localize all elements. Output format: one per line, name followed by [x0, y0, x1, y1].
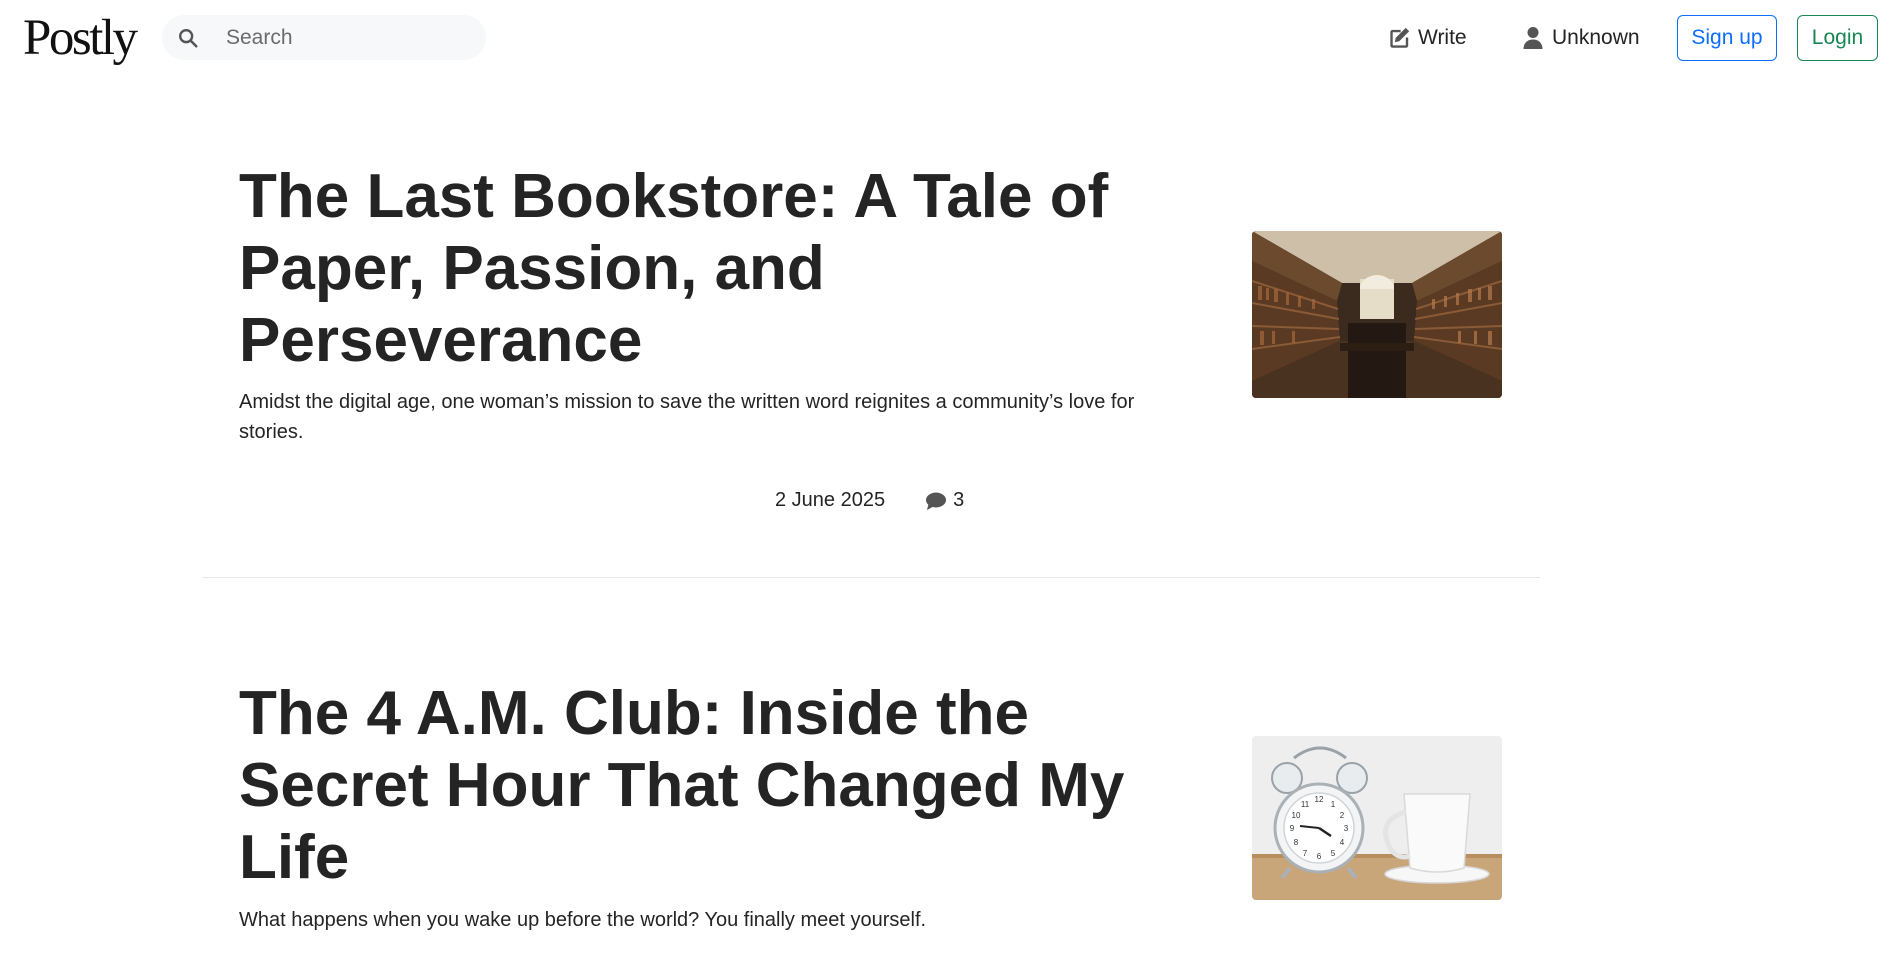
comment-icon — [926, 492, 947, 510]
comments-link[interactable]: 3 — [925, 489, 964, 512]
article-image-library[interactable] — [1252, 231, 1502, 398]
svg-text:11: 11 — [1301, 800, 1310, 809]
write-button[interactable]: Write — [1386, 21, 1467, 55]
svg-text:8: 8 — [1294, 838, 1299, 847]
login-button[interactable]: Login — [1797, 15, 1878, 61]
top-navbar: Postly Write Unknown Sign up Login — [0, 0, 1892, 76]
svg-text:2: 2 — [1340, 811, 1345, 820]
clock-coffee-image: 12 3 6 9 12 45 78 1011 — [1252, 736, 1502, 900]
write-icon — [1390, 27, 1410, 48]
article-meta: 2 June 2025 3 — [775, 489, 964, 512]
svg-text:9: 9 — [1290, 824, 1295, 833]
library-image — [1252, 231, 1502, 398]
svg-text:12: 12 — [1315, 795, 1324, 804]
signup-button[interactable]: Sign up — [1677, 15, 1777, 61]
search-bar[interactable] — [162, 15, 486, 60]
user-menu[interactable]: Unknown — [1522, 21, 1640, 55]
search-input[interactable] — [226, 21, 476, 54]
svg-text:5: 5 — [1331, 849, 1336, 858]
article-divider — [202, 577, 1540, 578]
svg-text:3: 3 — [1344, 824, 1349, 833]
article-subtitle: What happens when you wake up before the… — [239, 909, 927, 931]
article-date: 2 June 2025 — [775, 489, 886, 511]
user-name: Unknown — [1552, 26, 1640, 49]
article-title[interactable]: The 4 A.M. Club: Inside the Secret Hour … — [239, 678, 1139, 894]
comment-count: 3 — [953, 489, 965, 511]
user-icon — [1523, 27, 1543, 49]
write-label: Write — [1418, 26, 1467, 49]
article-subtitle: Amidst the digital age, one woman’s miss… — [239, 391, 1135, 443]
article-title[interactable]: The Last Bookstore: A Tale of Paper, Pas… — [239, 161, 1139, 377]
svg-text:6: 6 — [1317, 852, 1322, 861]
search-icon — [179, 29, 198, 48]
svg-text:4: 4 — [1340, 838, 1345, 847]
svg-text:7: 7 — [1303, 849, 1308, 858]
article-image-clock[interactable]: 12 3 6 9 12 45 7 8 10 11 — [1252, 736, 1502, 900]
logo[interactable]: Postly — [23, 8, 138, 68]
svg-text:10: 10 — [1292, 811, 1301, 820]
svg-text:1: 1 — [1331, 800, 1336, 809]
